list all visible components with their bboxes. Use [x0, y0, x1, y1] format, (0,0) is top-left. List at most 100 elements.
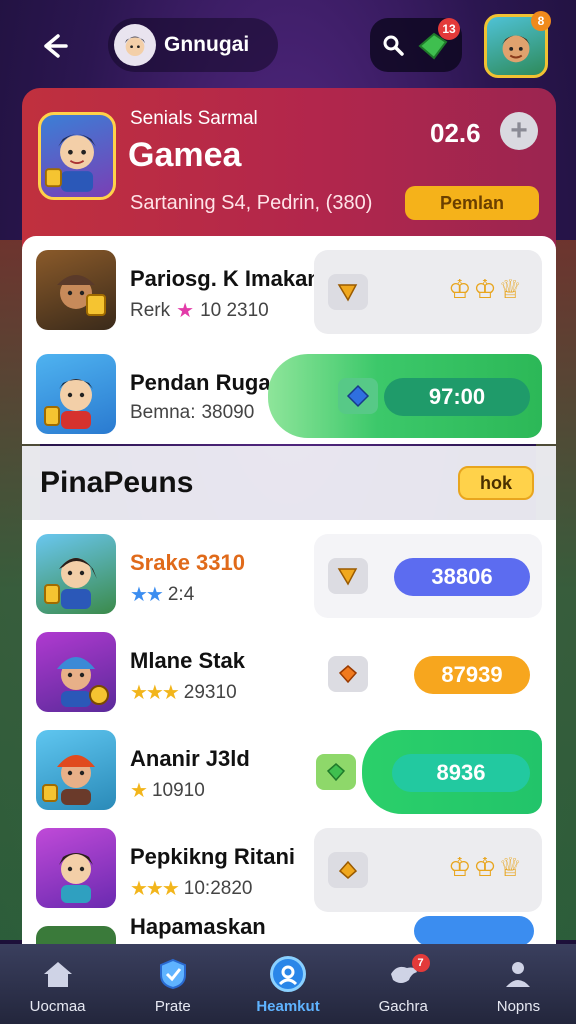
back-arrow-icon	[44, 34, 68, 58]
trophies-icon: ♔♔♕	[448, 852, 524, 882]
character-portrait-icon	[44, 558, 97, 609]
character-face-icon	[124, 36, 146, 57]
top-list-panel: Pariosg. K Imakan Rerk ★ 10 2310 ♔♔♕ Pen…	[22, 236, 556, 444]
list-item[interactable]: Srake 3310 ★★ 2:4 38806	[22, 520, 556, 620]
row-side-panel[interactable]: 97:00	[268, 354, 542, 438]
game-icon	[36, 926, 116, 944]
game-icon	[36, 730, 116, 810]
section-button[interactable]: hok	[458, 466, 534, 500]
profile-name: Gnnugai	[164, 33, 250, 56]
row-side-panel[interactable]: 87939	[314, 632, 542, 716]
featured-score: 02.6	[430, 118, 481, 148]
featured-title: Gamea	[128, 136, 242, 174]
featured-game-card[interactable]: Senials Sarmal Gamea Sartaning S4, Pedri…	[22, 88, 556, 248]
game-subtitle: Rerk ★ 10 2310	[130, 299, 269, 323]
character-face-icon	[501, 35, 531, 63]
tag-icon	[338, 860, 358, 879]
row-side-panel[interactable]: ♔♔♕	[314, 250, 542, 334]
bottom-navigation: Uocmaa Prate Heamkut 7 Gachra Nopns	[0, 944, 576, 1024]
star-rating-icon: ★★★	[130, 878, 180, 900]
nav-item-nopns[interactable]: Nopns	[461, 944, 576, 1024]
action-chip[interactable]	[338, 378, 378, 414]
character-portrait-icon	[57, 275, 106, 316]
action-chip[interactable]	[328, 656, 368, 692]
row-side-panel[interactable]: ♔♔♕	[314, 828, 542, 912]
score-pill: 97:00	[384, 378, 530, 416]
nav-badge: 7	[411, 954, 430, 972]
row-side-panel[interactable]: 38806	[314, 534, 542, 618]
action-chip[interactable]	[328, 274, 368, 310]
list-item[interactable]: Ananir J3ld ★ 10910 8936	[22, 716, 556, 816]
game-title: Srake 3310	[130, 550, 245, 575]
list-item[interactable]: Pendan Rugan Bemna: 38090 97:00	[22, 340, 556, 440]
featured-description: Sartaning S4, Pedrin, (380)	[130, 192, 373, 214]
featured-action-button[interactable]: Pemlan	[405, 186, 539, 220]
shield-icon	[155, 956, 191, 992]
list-item[interactable]: Pepkikng Ritani ★★★ 10:2820 ♔♔♕	[22, 814, 556, 914]
character-portrait-icon	[57, 657, 109, 707]
section-title: PinaPeuns	[40, 466, 194, 499]
star-rating-icon: ★	[130, 780, 148, 802]
game-subtitle: ★★★ 10:2820	[130, 877, 253, 901]
nav-label: Uocmaa	[29, 998, 86, 1015]
action-chip[interactable]	[328, 852, 368, 888]
star-rating-icon: ★★	[130, 584, 164, 606]
character-portrait-icon	[42, 755, 95, 805]
score-pill: 8936	[392, 754, 530, 792]
add-button[interactable]: +	[500, 112, 538, 150]
star-rating-icon: ★★★	[130, 682, 180, 704]
score-pill	[414, 916, 534, 944]
list-item[interactable]: Pariosg. K Imakan Rerk ★ 10 2310 ♔♔♕	[22, 236, 556, 336]
game-list-panel: Srake 3310 ★★ 2:4 38806 Mlane Stak ★★★ 2…	[22, 520, 556, 944]
game-title: Mlane Stak	[130, 648, 245, 673]
person-icon	[500, 956, 536, 992]
back-button[interactable]	[30, 24, 78, 68]
trophies-icon: ♔♔♕	[448, 274, 524, 304]
nav-item-gachra[interactable]: 7 Gachra	[346, 944, 461, 1024]
profile-avatar	[114, 24, 156, 66]
gem-button[interactable]: 13	[416, 18, 460, 62]
green-gem-icon	[326, 763, 346, 782]
score-pill: 38806	[394, 558, 530, 596]
tag-icon	[337, 568, 358, 586]
tag-icon	[337, 284, 358, 302]
game-icon	[36, 354, 116, 434]
nav-item-heamkut[interactable]: Heamkut	[230, 944, 345, 1024]
list-item[interactable]: Hapamaskan	[22, 912, 556, 944]
featured-game-icon	[38, 112, 116, 200]
nav-item-prate[interactable]: Prate	[115, 944, 230, 1024]
pink-star-icon: ★	[176, 300, 195, 322]
score-pill: 87939	[414, 656, 530, 694]
nav-label: Gachra	[378, 998, 428, 1015]
profile-ring-icon	[270, 956, 306, 992]
home-icon	[40, 956, 76, 992]
user-avatar-button[interactable]: 8	[484, 11, 551, 78]
game-subtitle: ★ 10910	[130, 779, 205, 803]
game-subtitle: ★★★ 29310	[130, 681, 237, 705]
game-title: Pariosg. K Imakan	[130, 266, 321, 291]
game-icon	[36, 250, 116, 330]
character-portrait-icon	[44, 379, 93, 429]
action-chip[interactable]	[328, 558, 368, 594]
nav-item-home[interactable]: Uocmaa	[0, 944, 115, 1024]
action-chip[interactable]	[316, 754, 356, 790]
nav-label: Heamkut	[256, 998, 320, 1015]
plus-icon: +	[510, 114, 528, 147]
profile-pill[interactable]: Gnnugai	[108, 18, 278, 72]
search-icon[interactable]	[382, 34, 404, 56]
blue-gem-icon	[346, 384, 370, 408]
nav-label: Nopns	[496, 998, 541, 1015]
notification-badge: 13	[438, 18, 460, 40]
featured-subtitle: Senials Sarmal	[130, 108, 258, 129]
game-icon	[36, 534, 116, 614]
game-title: Pendan Rugan	[130, 370, 285, 395]
list-item[interactable]: Mlane Stak ★★★ 29310 87939	[22, 618, 556, 718]
game-icon	[36, 632, 116, 712]
search-and-gems[interactable]: 13	[370, 18, 462, 72]
game-title: Ananir J3ld	[130, 746, 250, 771]
character-portrait-icon	[59, 853, 93, 903]
row-side-panel[interactable]: 8936	[362, 730, 542, 814]
avatar-badge: 8	[531, 11, 551, 31]
nav-label: Prate	[154, 998, 191, 1015]
game-subtitle: ★★ 2:4	[130, 583, 195, 607]
